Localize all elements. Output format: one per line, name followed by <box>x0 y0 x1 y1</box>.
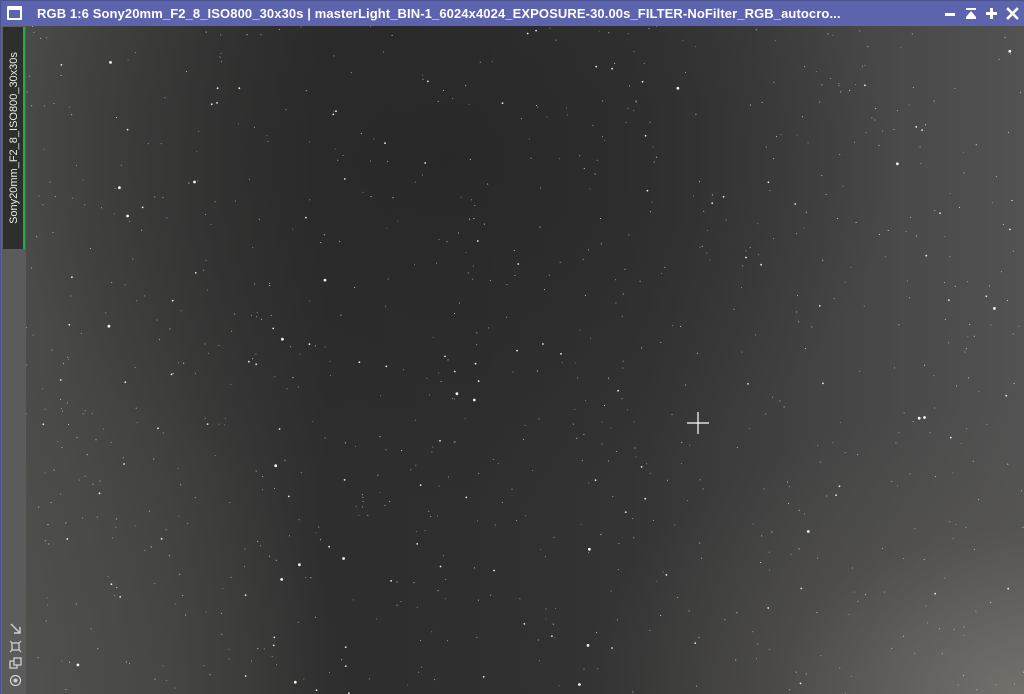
zoom-to-fit-icon[interactable] <box>9 622 22 635</box>
maximize-icon[interactable] <box>983 5 1000 22</box>
image-canvas[interactable] <box>26 26 1024 694</box>
minimize-icon[interactable] <box>942 5 959 22</box>
pin-icon[interactable] <box>9 640 22 653</box>
title-bar[interactable]: RGB 1:6 Sony20mm_F2_8_ISO800_30x30s | ma… <box>1 1 1024 26</box>
star-field <box>26 26 1024 694</box>
clone-icon[interactable] <box>9 657 22 670</box>
view-icon[interactable] <box>9 674 22 687</box>
window-icon[interactable] <box>7 6 22 20</box>
close-icon[interactable] <box>1004 5 1021 22</box>
view-tab[interactable]: Sony20mm_F2_8_ISO800_30x30s <box>3 27 25 249</box>
view-tab-label: Sony20mm_F2_8_ISO800_30x30s <box>8 52 20 224</box>
shade-icon[interactable] <box>963 5 980 22</box>
window-title: RGB 1:6 Sony20mm_F2_8_ISO800_30x30s | ma… <box>37 6 841 21</box>
image-window: RGB 1:6 Sony20mm_F2_8_ISO800_30x30s | ma… <box>0 0 1024 694</box>
crosshair-cursor <box>687 412 709 434</box>
